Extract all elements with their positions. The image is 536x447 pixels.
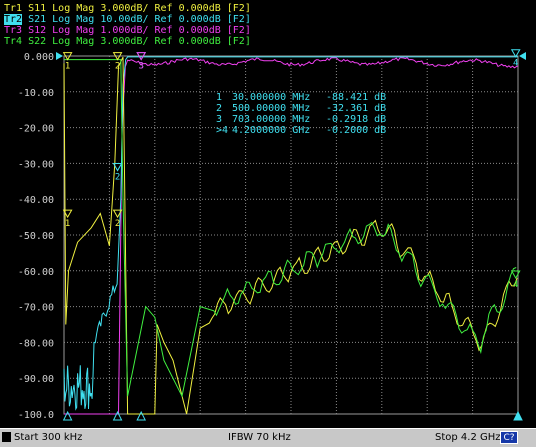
marker-row-1-id[interactable]: 1 [216, 92, 222, 103]
y-tick-label: -100.0 [18, 410, 54, 421]
marker-row-1-freq: 30.000000 MHz [232, 92, 310, 103]
marker-2-s11-label: 2 [115, 62, 120, 72]
marker-3-s12-label: 3 [138, 62, 143, 72]
y-tick-label: -30.00 [18, 159, 54, 170]
marker-row-2-freq: 500.00000 MHz [232, 103, 310, 114]
marker-row-3-freq: 703.00000 MHz [232, 114, 310, 125]
y-tick-label: -90.00 [18, 374, 54, 385]
y-tick-label: -10.00 [18, 88, 54, 99]
cal-status-button[interactable]: C? [500, 431, 518, 444]
y-tick-label: -40.00 [18, 195, 54, 206]
channel-icon [2, 432, 11, 442]
marker-row-2-id[interactable]: 2 [216, 103, 222, 114]
y-tick-label: -70.00 [18, 303, 54, 314]
bottom-marker[interactable] [136, 410, 146, 421]
plot-area[interactable]: 0.000 -10.00 -20.00 -30.00 -40.00 -50.00 -60.0… [0, 0, 536, 428]
marker-4-s21-label: 4 [513, 59, 518, 69]
right-edge [530, 0, 536, 428]
reference-level-arrow-right[interactable] [519, 52, 526, 60]
vna-screen: Tr1 S11 Log Mag 3.000dB/ Ref 0.000dB [F2… [0, 0, 536, 447]
marker-4-s22-label: 4 [513, 280, 518, 290]
marker-1-s11-label: 1 [65, 62, 70, 72]
marker-2-s21-label: 2 [115, 173, 120, 183]
marker-row-4-value: -0.2000 dB [326, 125, 386, 136]
y-tick-label: -20.00 [18, 124, 54, 135]
y-tick-label: 0.000 [24, 52, 54, 63]
marker-1-s11-lower-label: 1 [65, 219, 70, 229]
bottom-marker-stop[interactable] [513, 410, 523, 421]
marker-row-2-value: -32.361 dB [326, 103, 386, 114]
ifbw-label[interactable]: IFBW 70 kHz [228, 432, 291, 443]
marker-row-3-value: -0.2918 dB [326, 114, 386, 125]
marker-row-1-value: -88.421 dB [326, 92, 386, 103]
marker-4-s22[interactable] [510, 270, 521, 279]
start-frequency[interactable]: Start 300 kHz [14, 432, 82, 443]
marker-row-4-id[interactable]: >4 [216, 125, 228, 136]
reference-level-arrow[interactable] [56, 52, 63, 60]
y-tick-label: -80.00 [18, 338, 54, 349]
status-bar: Start 300 kHz IFBW 70 kHz Stop 4.2 GHz C… [0, 428, 536, 447]
marker-row-3-id[interactable]: 3 [216, 114, 222, 125]
marker-2-s11-lower-label: 2 [115, 219, 120, 229]
bottom-marker[interactable] [62, 410, 73, 421]
stop-frequency[interactable]: Stop 4.2 GHz [435, 432, 501, 443]
y-tick-label: -60.00 [18, 267, 54, 278]
marker-row-4-freq: 4.2000000 GHz [232, 125, 310, 136]
bottom-marker[interactable] [112, 410, 123, 421]
y-tick-label: -50.00 [18, 231, 54, 242]
